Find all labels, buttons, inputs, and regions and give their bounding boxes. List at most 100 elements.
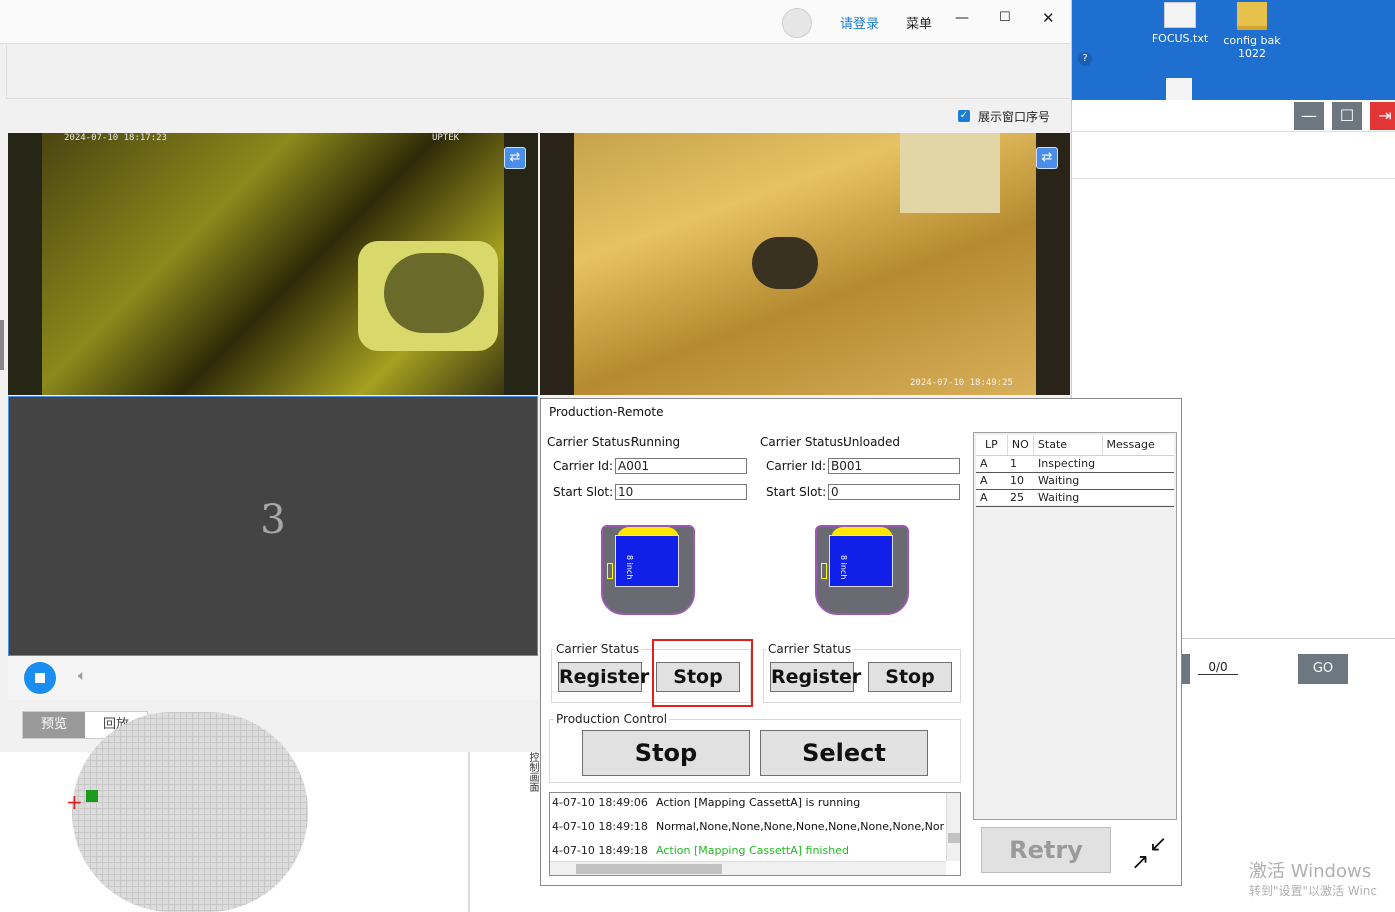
swap-icon[interactable]: ⇄ xyxy=(1036,147,1058,169)
tab-preview[interactable]: 预览 xyxy=(23,712,85,738)
grid-header-state: State xyxy=(1034,435,1103,455)
speaker-icon[interactable]: 🔈︎ xyxy=(78,668,86,684)
stop-record-button[interactable] xyxy=(24,662,56,694)
maximize-button[interactable]: ☐ xyxy=(1332,102,1362,130)
divider xyxy=(1180,638,1395,639)
start-slot-label: Start Slot: xyxy=(766,485,827,499)
show-index-checkbox[interactable]: ✓ xyxy=(958,110,970,122)
minimize-button[interactable]: — xyxy=(1294,102,1324,130)
production-stop-button[interactable]: Stop xyxy=(582,730,750,776)
dialog-title: Production-Remote xyxy=(549,405,664,419)
folder-icon xyxy=(1237,2,1267,30)
maximize-icon[interactable]: ☐ xyxy=(999,10,1011,25)
start-slot-input-b[interactable]: 0 xyxy=(828,484,960,500)
window-index-number: 3 xyxy=(260,497,286,543)
activation-watermark-title: 激活 Windows xyxy=(1249,861,1372,882)
cassette-icon-b: 8 inch xyxy=(815,525,909,615)
cell-lp: A xyxy=(980,491,988,504)
carrier-id-input-b[interactable]: B001 xyxy=(828,458,960,474)
playback-bar: 🔈︎ xyxy=(8,656,538,700)
wafer-map[interactable] xyxy=(72,712,308,912)
login-link[interactable]: 请登录 xyxy=(840,13,879,32)
cell-state: Waiting xyxy=(1038,474,1080,487)
wafer-map-panel: + 控制画面 xyxy=(0,712,540,912)
scrollbar-thumb[interactable] xyxy=(948,833,960,843)
divider xyxy=(1070,178,1395,179)
retry-button[interactable]: Retry xyxy=(981,827,1111,873)
go-button[interactable]: GO xyxy=(1298,654,1348,684)
help-icon[interactable]: ? xyxy=(1078,52,1092,66)
menu-button[interactable]: 菜单 xyxy=(906,13,932,32)
splitter-handle[interactable] xyxy=(0,320,4,370)
cell-state: Waiting xyxy=(1038,491,1080,504)
register-button-a[interactable]: Register xyxy=(558,662,649,692)
desktop-icon-config-bak[interactable]: config bak 1022 xyxy=(1222,2,1282,60)
activation-watermark-text: 转到"设置"以激活 Winc xyxy=(1249,884,1377,898)
camera-timestamp: 2024-07-10 18:49:25 xyxy=(910,378,1013,388)
cell-lp: A xyxy=(980,457,988,470)
log-row: 4-07-10 18:49:06 Action [Mapping Cassett… xyxy=(552,795,944,819)
avatar[interactable] xyxy=(782,8,812,38)
title-bar: 请登录 菜单 — ☐ ✕ xyxy=(0,0,1070,44)
start-slot-input-a[interactable]: 10 xyxy=(615,484,747,500)
group-title: Carrier Status xyxy=(554,642,642,656)
show-index-label: 展示窗口序号 xyxy=(978,110,1051,124)
cell-no: 1 xyxy=(1010,457,1017,470)
table-row[interactable]: A 10 Waiting xyxy=(976,473,1174,490)
cassette-size-label: 8 inch xyxy=(839,555,848,580)
scrollbar-thumb[interactable] xyxy=(576,864,722,874)
carrier-id-input-a[interactable]: A001 xyxy=(615,458,747,474)
carrier-status-label: Carrier Status: xyxy=(547,435,635,449)
cassette-size-label: 8 inch xyxy=(625,555,634,580)
camera-brand-label: UPTEK xyxy=(432,133,460,143)
stop-button-b[interactable]: Stop xyxy=(868,662,952,692)
carrier-status-value: Unloaded xyxy=(843,435,901,449)
cell-lp: A xyxy=(980,474,988,487)
wafer-queue-grid[interactable]: LP NO State Message A 1 Inspecting A 10 … xyxy=(973,432,1177,820)
current-die-marker xyxy=(86,790,98,802)
camera-view-2[interactable]: 2024-07-10 18:49:25 ⇄ xyxy=(540,133,1070,395)
grid-header-no: NO xyxy=(1008,435,1034,455)
minimize-icon[interactable]: — xyxy=(955,10,969,26)
log-list: 4-07-10 18:49:06 Action [Mapping Cassett… xyxy=(552,795,944,867)
start-slot-label: Start Slot: xyxy=(553,485,614,499)
cell-no: 10 xyxy=(1010,474,1024,487)
log-row: 4-07-10 18:49:18 Normal,None,None,None,N… xyxy=(552,819,944,843)
horizontal-scrollbar[interactable] xyxy=(550,861,946,875)
camera-image xyxy=(900,133,1000,213)
desktop-icon-label: FOCUS.txt xyxy=(1151,32,1209,45)
grid-header-message: Message xyxy=(1106,438,1155,451)
swap-icon[interactable]: ⇄ xyxy=(504,147,526,169)
production-select-button[interactable]: Select xyxy=(760,730,928,776)
grid-header: LP NO State Message xyxy=(976,435,1174,456)
crosshair-icon: + xyxy=(66,790,83,814)
table-row[interactable]: A 1 Inspecting xyxy=(976,456,1174,473)
desktop-area: FOCUS.txt config bak 1022 ? xyxy=(1070,0,1395,100)
camera-image xyxy=(752,237,818,289)
desktop-icon-focus[interactable]: FOCUS.txt xyxy=(1150,2,1210,45)
page-counter: 0/0 xyxy=(1198,660,1238,675)
camera-view-1[interactable]: 2024-07-10 18:17:23 UPTEK ⇄ xyxy=(8,133,538,395)
cassette-handle xyxy=(607,563,613,579)
carrier-status-value: Running xyxy=(631,435,681,449)
desktop-icon-label: config bak 1022 xyxy=(1223,34,1281,60)
group-title: Production Control xyxy=(554,712,670,726)
register-button-b[interactable]: Register xyxy=(770,662,861,692)
cassette-icon-a: 8 inch xyxy=(601,525,695,615)
group-title: Carrier Status xyxy=(766,642,854,656)
close-icon[interactable]: ✕ xyxy=(1042,9,1055,27)
grid-header-lp: LP xyxy=(976,435,1008,455)
text-file-icon xyxy=(1164,2,1196,28)
toolbar-strip xyxy=(6,45,1070,99)
grid-body: LP NO State Message A 1 Inspecting A 10 … xyxy=(976,435,1174,507)
collapse-icon[interactable]: ↙ ↗ xyxy=(1129,833,1169,875)
text-file-icon[interactable] xyxy=(1166,78,1192,100)
log-time: 4-07-10 18:49:06 xyxy=(552,796,648,809)
camera-view-3[interactable]: 3 xyxy=(8,396,538,656)
vertical-scrollbar[interactable] xyxy=(946,793,960,861)
arrow-out-icon: ↗ xyxy=(1131,850,1150,875)
cassette-handle xyxy=(821,563,827,579)
table-row[interactable]: A 25 Waiting xyxy=(976,490,1174,507)
exit-icon[interactable]: ⇥ xyxy=(1370,102,1395,130)
message-log[interactable]: 4-07-10 18:49:06 Action [Mapping Cassett… xyxy=(549,792,961,876)
